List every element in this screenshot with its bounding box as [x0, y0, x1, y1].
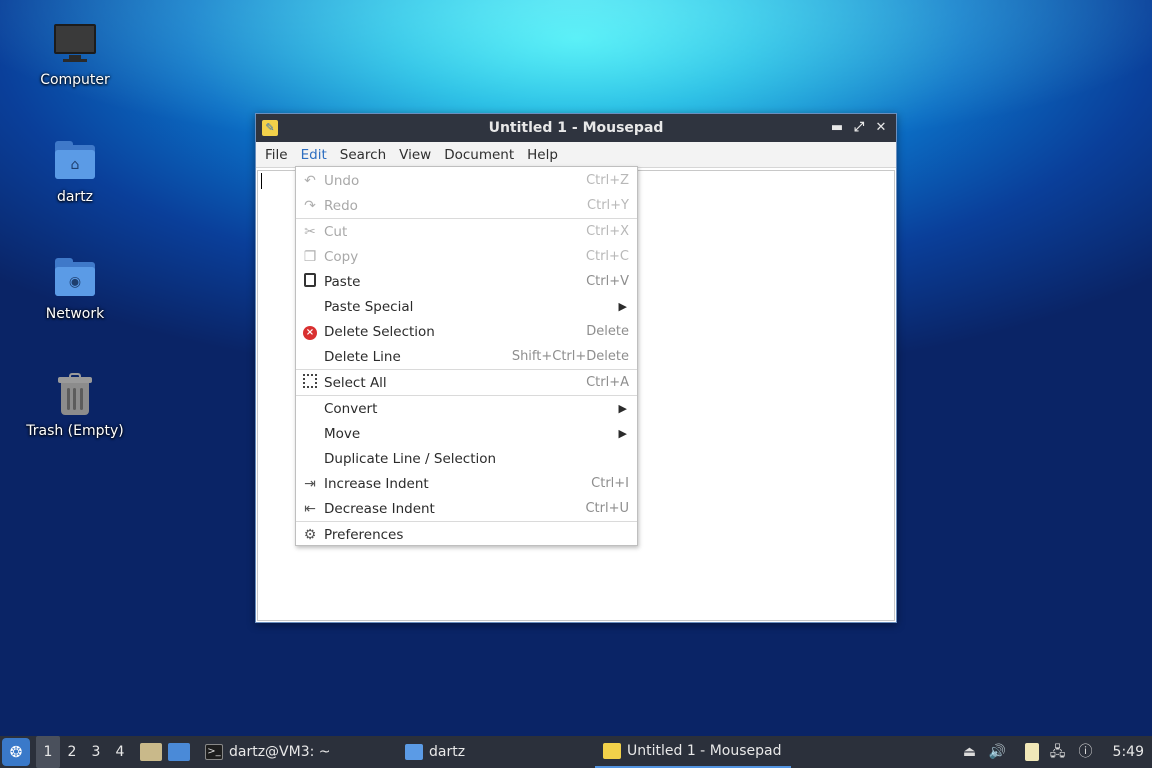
eject-icon[interactable]: ⏏	[961, 743, 979, 761]
terminal-icon: >_	[205, 744, 223, 760]
show-desktop-icon[interactable]	[168, 743, 190, 761]
taskbar: ❂ 1 2 3 4 >_ dartz@VM3: ~ dartz Untitled…	[0, 736, 1152, 768]
notification-icon[interactable]: ⓘ	[1077, 743, 1095, 761]
delete-icon: ×	[296, 323, 324, 340]
menu-item-duplicate[interactable]: Duplicate Line / Selection	[296, 446, 637, 471]
menu-item-decrease-indent[interactable]: ⇤ Decrease Indent Ctrl+U	[296, 496, 637, 521]
menu-item-convert[interactable]: Convert ▶	[296, 396, 637, 421]
desktop-icon-label: Computer	[40, 72, 110, 88]
desktop-icon-label: Trash (Empty)	[26, 423, 124, 439]
submenu-arrow-icon: ▶	[618, 300, 627, 313]
file-manager-launcher-icon[interactable]	[140, 743, 162, 761]
clock[interactable]: 5:49	[1113, 744, 1144, 760]
menu-item-paste-special[interactable]: Paste Special ▶	[296, 294, 637, 319]
app-menu-button[interactable]: ❂	[2, 738, 30, 766]
workspace-4[interactable]: 4	[108, 736, 132, 768]
desktop-icon-label: Network	[45, 306, 105, 322]
computer-icon	[51, 20, 99, 68]
mousepad-icon	[603, 743, 621, 759]
redo-icon: ↷	[304, 197, 316, 214]
menu-item-undo[interactable]: ↶ Undo Ctrl+Z	[296, 168, 637, 193]
menu-help[interactable]: Help	[522, 142, 563, 168]
menu-item-delete-line[interactable]: Delete Line Shift+Ctrl+Delete	[296, 344, 637, 369]
volume-icon[interactable]: 🔊	[989, 743, 1007, 761]
submenu-arrow-icon: ▶	[618, 402, 627, 415]
menu-item-paste[interactable]: Paste Ctrl+V	[296, 269, 637, 294]
task-terminal[interactable]: >_ dartz@VM3: ~	[199, 736, 399, 768]
menu-search[interactable]: Search	[335, 142, 391, 168]
menu-item-preferences[interactable]: ⚙ Preferences	[296, 522, 637, 547]
menu-edit[interactable]: Edit	[295, 142, 332, 168]
undo-icon: ↶	[304, 172, 316, 189]
menu-item-delete-selection[interactable]: × Delete Selection Delete	[296, 319, 637, 344]
menu-item-move[interactable]: Move ▶	[296, 421, 637, 446]
text-caret	[261, 173, 262, 189]
menu-item-redo[interactable]: ↷ Redo Ctrl+Y	[296, 193, 637, 218]
close-icon[interactable]: ✕	[872, 118, 890, 138]
maximize-icon[interactable]: ⤢	[850, 118, 868, 138]
clipboard-icon[interactable]	[1024, 743, 1039, 761]
desktop-icon-label: dartz	[56, 189, 94, 205]
network-folder-icon: ◉	[51, 254, 99, 302]
workspace-1[interactable]: 1	[36, 736, 60, 768]
system-tray: ⏏ 🔊 🖧 ⓘ 5:49	[961, 736, 1152, 768]
window-title: Untitled 1 - Mousepad	[488, 120, 664, 136]
trash-icon	[51, 371, 99, 419]
paste-icon	[296, 272, 324, 291]
desktop-icon-trash[interactable]: Trash (Empty)	[15, 371, 135, 439]
menubar: File Edit Search View Document Help	[256, 142, 896, 168]
desktop-icon-home[interactable]: ⌂ dartz	[15, 137, 135, 205]
task-mousepad[interactable]: Untitled 1 - Mousepad	[595, 736, 791, 768]
home-folder-icon: ⌂	[51, 137, 99, 185]
select-all-icon	[296, 373, 324, 392]
desktop-icon-computer[interactable]: Computer	[15, 20, 135, 88]
submenu-arrow-icon: ▶	[618, 427, 627, 440]
menu-file[interactable]: File	[260, 142, 293, 168]
menu-view[interactable]: View	[394, 142, 436, 168]
menu-item-increase-indent[interactable]: ⇥ Increase Indent Ctrl+I	[296, 471, 637, 496]
unindent-icon: ⇤	[304, 500, 316, 517]
copy-icon: ❐	[303, 248, 317, 265]
menu-item-copy[interactable]: ❐ Copy Ctrl+C	[296, 244, 637, 269]
menu-item-select-all[interactable]: Select All Ctrl+A	[296, 370, 637, 395]
workspace-3[interactable]: 3	[84, 736, 108, 768]
menu-document[interactable]: Document	[439, 142, 519, 168]
cut-icon: ✂	[304, 223, 316, 240]
task-file-manager[interactable]: dartz	[399, 736, 595, 768]
desktop-icon-network[interactable]: ◉ Network	[15, 254, 135, 322]
folder-icon	[405, 744, 423, 760]
mousepad-app-icon: ✎	[262, 120, 278, 136]
minimize-icon[interactable]: ▬	[828, 118, 846, 138]
menu-item-cut[interactable]: ✂ Cut Ctrl+X	[296, 219, 637, 244]
window-titlebar[interactable]: ✎ Untitled 1 - Mousepad ▬ ⤢ ✕	[256, 114, 896, 142]
gear-icon: ⚙	[303, 526, 317, 543]
edit-menu-dropdown: ↶ Undo Ctrl+Z ↷ Redo Ctrl+Y ✂ Cut Ctrl+X…	[295, 166, 638, 546]
network-icon[interactable]: 🖧	[1049, 743, 1067, 761]
indent-icon: ⇥	[304, 475, 316, 492]
workspace-2[interactable]: 2	[60, 736, 84, 768]
